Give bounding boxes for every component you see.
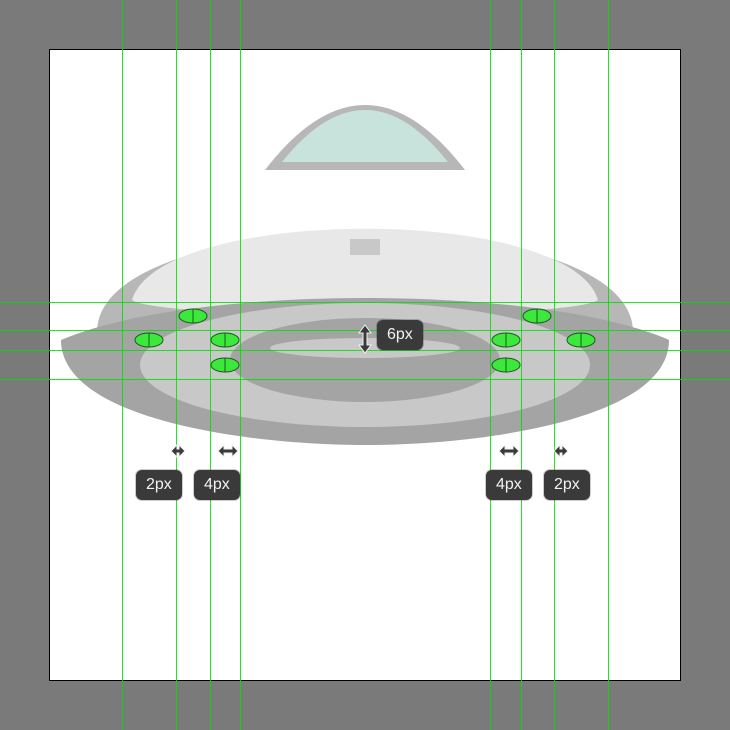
measure-arrow-horizontal-icon bbox=[553, 442, 569, 460]
anchor-marker[interactable] bbox=[565, 331, 597, 349]
guide-v[interactable] bbox=[122, 0, 123, 730]
anchor-marker[interactable] bbox=[209, 356, 241, 374]
anchor-marker[interactable] bbox=[177, 307, 209, 325]
guide-v[interactable] bbox=[608, 0, 609, 730]
measure-label: 6px bbox=[377, 320, 423, 350]
anchor-marker[interactable] bbox=[521, 307, 553, 325]
measure-arrow-vertical-icon bbox=[356, 324, 374, 354]
guide-h[interactable] bbox=[0, 302, 730, 303]
measure-arrow-horizontal-icon bbox=[217, 442, 239, 460]
anchor-marker[interactable] bbox=[490, 356, 522, 374]
measure-label: 2px bbox=[544, 470, 590, 500]
artboard[interactable] bbox=[50, 50, 680, 680]
anchor-marker[interactable] bbox=[133, 331, 165, 349]
anchor-marker[interactable] bbox=[490, 331, 522, 349]
ufo-illustration bbox=[50, 50, 680, 680]
guide-v[interactable] bbox=[176, 0, 177, 730]
anchor-marker[interactable] bbox=[209, 331, 241, 349]
measure-arrow-horizontal-icon bbox=[170, 442, 186, 460]
measure-label: 2px bbox=[136, 470, 182, 500]
guide-v[interactable] bbox=[554, 0, 555, 730]
stage: 6px 2px 4px 4px 2px bbox=[0, 0, 730, 730]
measure-label: 4px bbox=[486, 470, 532, 500]
measure-arrow-horizontal-icon bbox=[498, 442, 520, 460]
guide-h[interactable] bbox=[0, 379, 730, 380]
measure-label: 4px bbox=[194, 470, 240, 500]
